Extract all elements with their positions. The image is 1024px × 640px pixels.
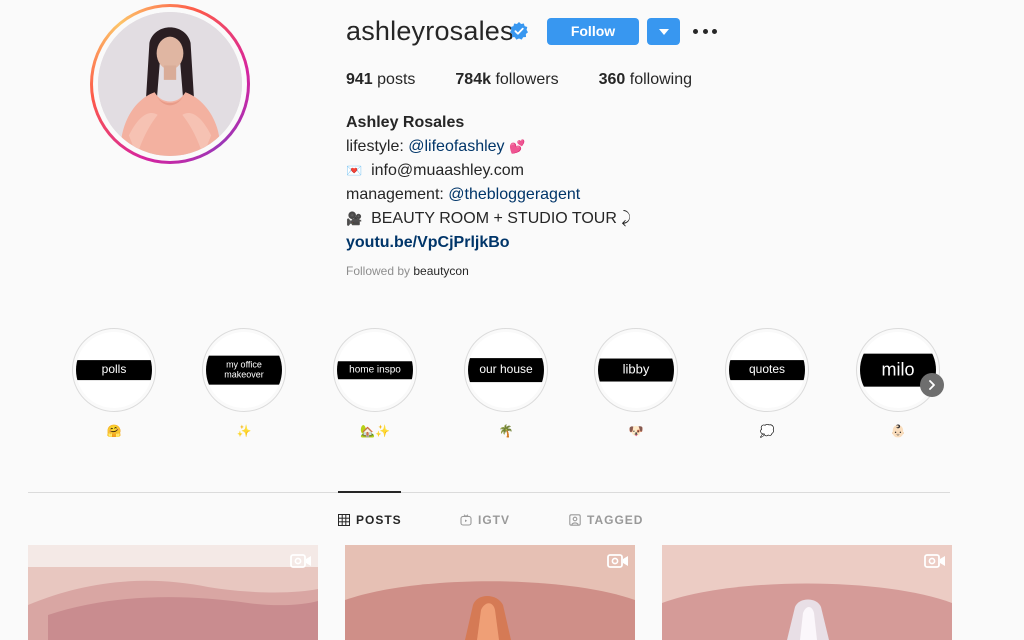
profile-website-link[interactable]: youtu.be/VpCjPrljkBo (346, 231, 631, 255)
love-letter-emoji: 💌 (346, 163, 363, 178)
followed-by-user: beautycon (413, 264, 469, 278)
bio-line-tour: 🎥 BEAUTY ROOM + STUDIO TOUR ⤸ (346, 207, 631, 231)
highlight-title: 🤗 (106, 424, 122, 438)
more-options-button[interactable] (693, 22, 717, 40)
highlight-cover-text: quotes (729, 360, 805, 380)
highlight-our-house[interactable]: our house 🌴 (464, 328, 548, 440)
highlight-cover: polls (76, 332, 152, 408)
bio-email-text: info@muaashley.com (371, 162, 524, 179)
highlight-title: 💭 (759, 424, 775, 438)
post-image (28, 545, 318, 640)
highlight-cover: my office makeover (206, 332, 282, 408)
highlight-cover-ring: my office makeover (202, 328, 286, 412)
highlight-quotes[interactable]: quotes 💭 (725, 328, 809, 440)
profile-bio: Ashley Rosales lifestyle: @lifeofashley … (346, 111, 631, 255)
posts-count-label: posts (377, 71, 416, 88)
chevron-right-icon (929, 380, 935, 390)
highlight-cover-ring: our house (464, 328, 548, 412)
highlight-title: 🌴 (498, 424, 514, 438)
highlight-cover: home inspo (337, 332, 413, 408)
tab-posts-label: POSTS (356, 513, 402, 527)
highlight-title: 👶🏻 (890, 424, 906, 438)
followed-by[interactable]: Followed by beautycon (346, 264, 469, 278)
tab-igtv[interactable]: IGTV (460, 513, 510, 527)
followed-by-label: Followed by (346, 264, 411, 278)
highlight-cover-text: libby (598, 358, 674, 382)
highlight-title: 🏡✨ (360, 424, 390, 438)
post-thumbnail[interactable] (345, 545, 635, 640)
highlight-cover-ring: libby (594, 328, 678, 412)
highlights-next-button[interactable] (920, 373, 944, 397)
tab-tagged[interactable]: TAGGED (569, 513, 643, 527)
video-icon (924, 554, 945, 568)
following-count-value: 360 (598, 71, 626, 88)
posts-count-value: 941 (346, 71, 373, 88)
more-icon-dot (712, 28, 717, 34)
highlight-libby[interactable]: libby 🐶 (594, 328, 678, 440)
active-tab-indicator (338, 491, 401, 493)
highlight-cover: quotes (729, 332, 805, 408)
profile-username: ashleyrosales (346, 16, 514, 46)
post-thumbnail[interactable] (28, 545, 318, 640)
highlight-polls[interactable]: polls 🤗 (72, 328, 156, 440)
tab-posts[interactable]: POSTS (338, 513, 402, 527)
story-highlights: polls 🤗 my office makeover ✨ home inspo … (72, 328, 952, 448)
bio-line-lifestyle: lifestyle: @lifeofashley 💕 (346, 135, 631, 159)
following-count-label: following (629, 71, 693, 88)
posts-count: 941 posts (346, 71, 415, 89)
highlight-cover: libby (598, 332, 674, 408)
post-image (662, 545, 952, 640)
video-camera-emoji: 🎥 (346, 211, 363, 226)
tab-igtv-label: IGTV (478, 513, 511, 527)
bio-lifestyle-prefix: lifestyle: (346, 138, 409, 155)
followers-count[interactable]: 784k followers (455, 71, 558, 89)
post-image (345, 545, 635, 640)
avatar-frame (93, 7, 247, 161)
bio-tour-text: BEAUTY ROOM + STUDIO TOUR ⤸ (371, 210, 631, 227)
highlight-cover-ring: home inspo (333, 328, 417, 412)
lifestyle-account-link[interactable]: @lifeofashley (408, 138, 504, 155)
tabs-divider (28, 492, 950, 493)
post-thumbnail[interactable] (662, 545, 952, 640)
highlight-cover-text: home inspo (337, 361, 413, 379)
followers-count-label: followers (495, 71, 559, 88)
more-icon (693, 28, 698, 34)
bio-line-management: management: @thebloggeragent (346, 183, 631, 207)
highlight-office-makeover[interactable]: my office makeover ✨ (202, 328, 286, 440)
highlight-cover: milo (860, 332, 936, 408)
profile-full-name: Ashley Rosales (346, 114, 465, 131)
follow-button[interactable]: Follow (547, 18, 639, 45)
avatar-illustration (98, 12, 242, 156)
profile-avatar[interactable] (90, 4, 250, 164)
management-account-link[interactable]: @thebloggeragent (448, 186, 580, 203)
video-icon (290, 554, 311, 568)
bio-line-email: 💌 info@muaashley.com (346, 159, 631, 183)
highlight-cover-text: my office makeover (206, 355, 282, 385)
highlight-cover-ring: quotes (725, 328, 809, 412)
highlight-cover-text: polls (76, 360, 152, 380)
highlight-cover-text: our house (468, 358, 544, 382)
highlight-cover-ring: polls (72, 328, 156, 412)
verified-badge-icon (510, 22, 528, 40)
highlight-home-inspo[interactable]: home inspo 🏡✨ (333, 328, 417, 440)
video-icon (607, 554, 628, 568)
highlight-cover: our house (468, 332, 544, 408)
highlight-title: 🐶 (628, 424, 644, 438)
following-count[interactable]: 360 following (599, 71, 692, 89)
grid-icon (338, 514, 350, 526)
bio-management-prefix: management: (346, 186, 449, 203)
chevron-down-icon (658, 28, 669, 35)
avatar-photo (98, 12, 242, 156)
tab-tagged-label: TAGGED (587, 513, 644, 527)
profile-stats: 941 posts 784k followers 360 following (346, 71, 732, 89)
followers-count-value: 784k (455, 71, 491, 88)
hearts-emoji: 💕 (509, 139, 526, 154)
igtv-icon (460, 514, 472, 526)
highlight-cover-ring: milo (856, 328, 940, 412)
tagged-icon (569, 514, 581, 526)
highlight-title: ✨ (236, 424, 252, 438)
more-icon-dot (702, 28, 708, 34)
suggested-accounts-dropdown[interactable] (647, 18, 680, 45)
